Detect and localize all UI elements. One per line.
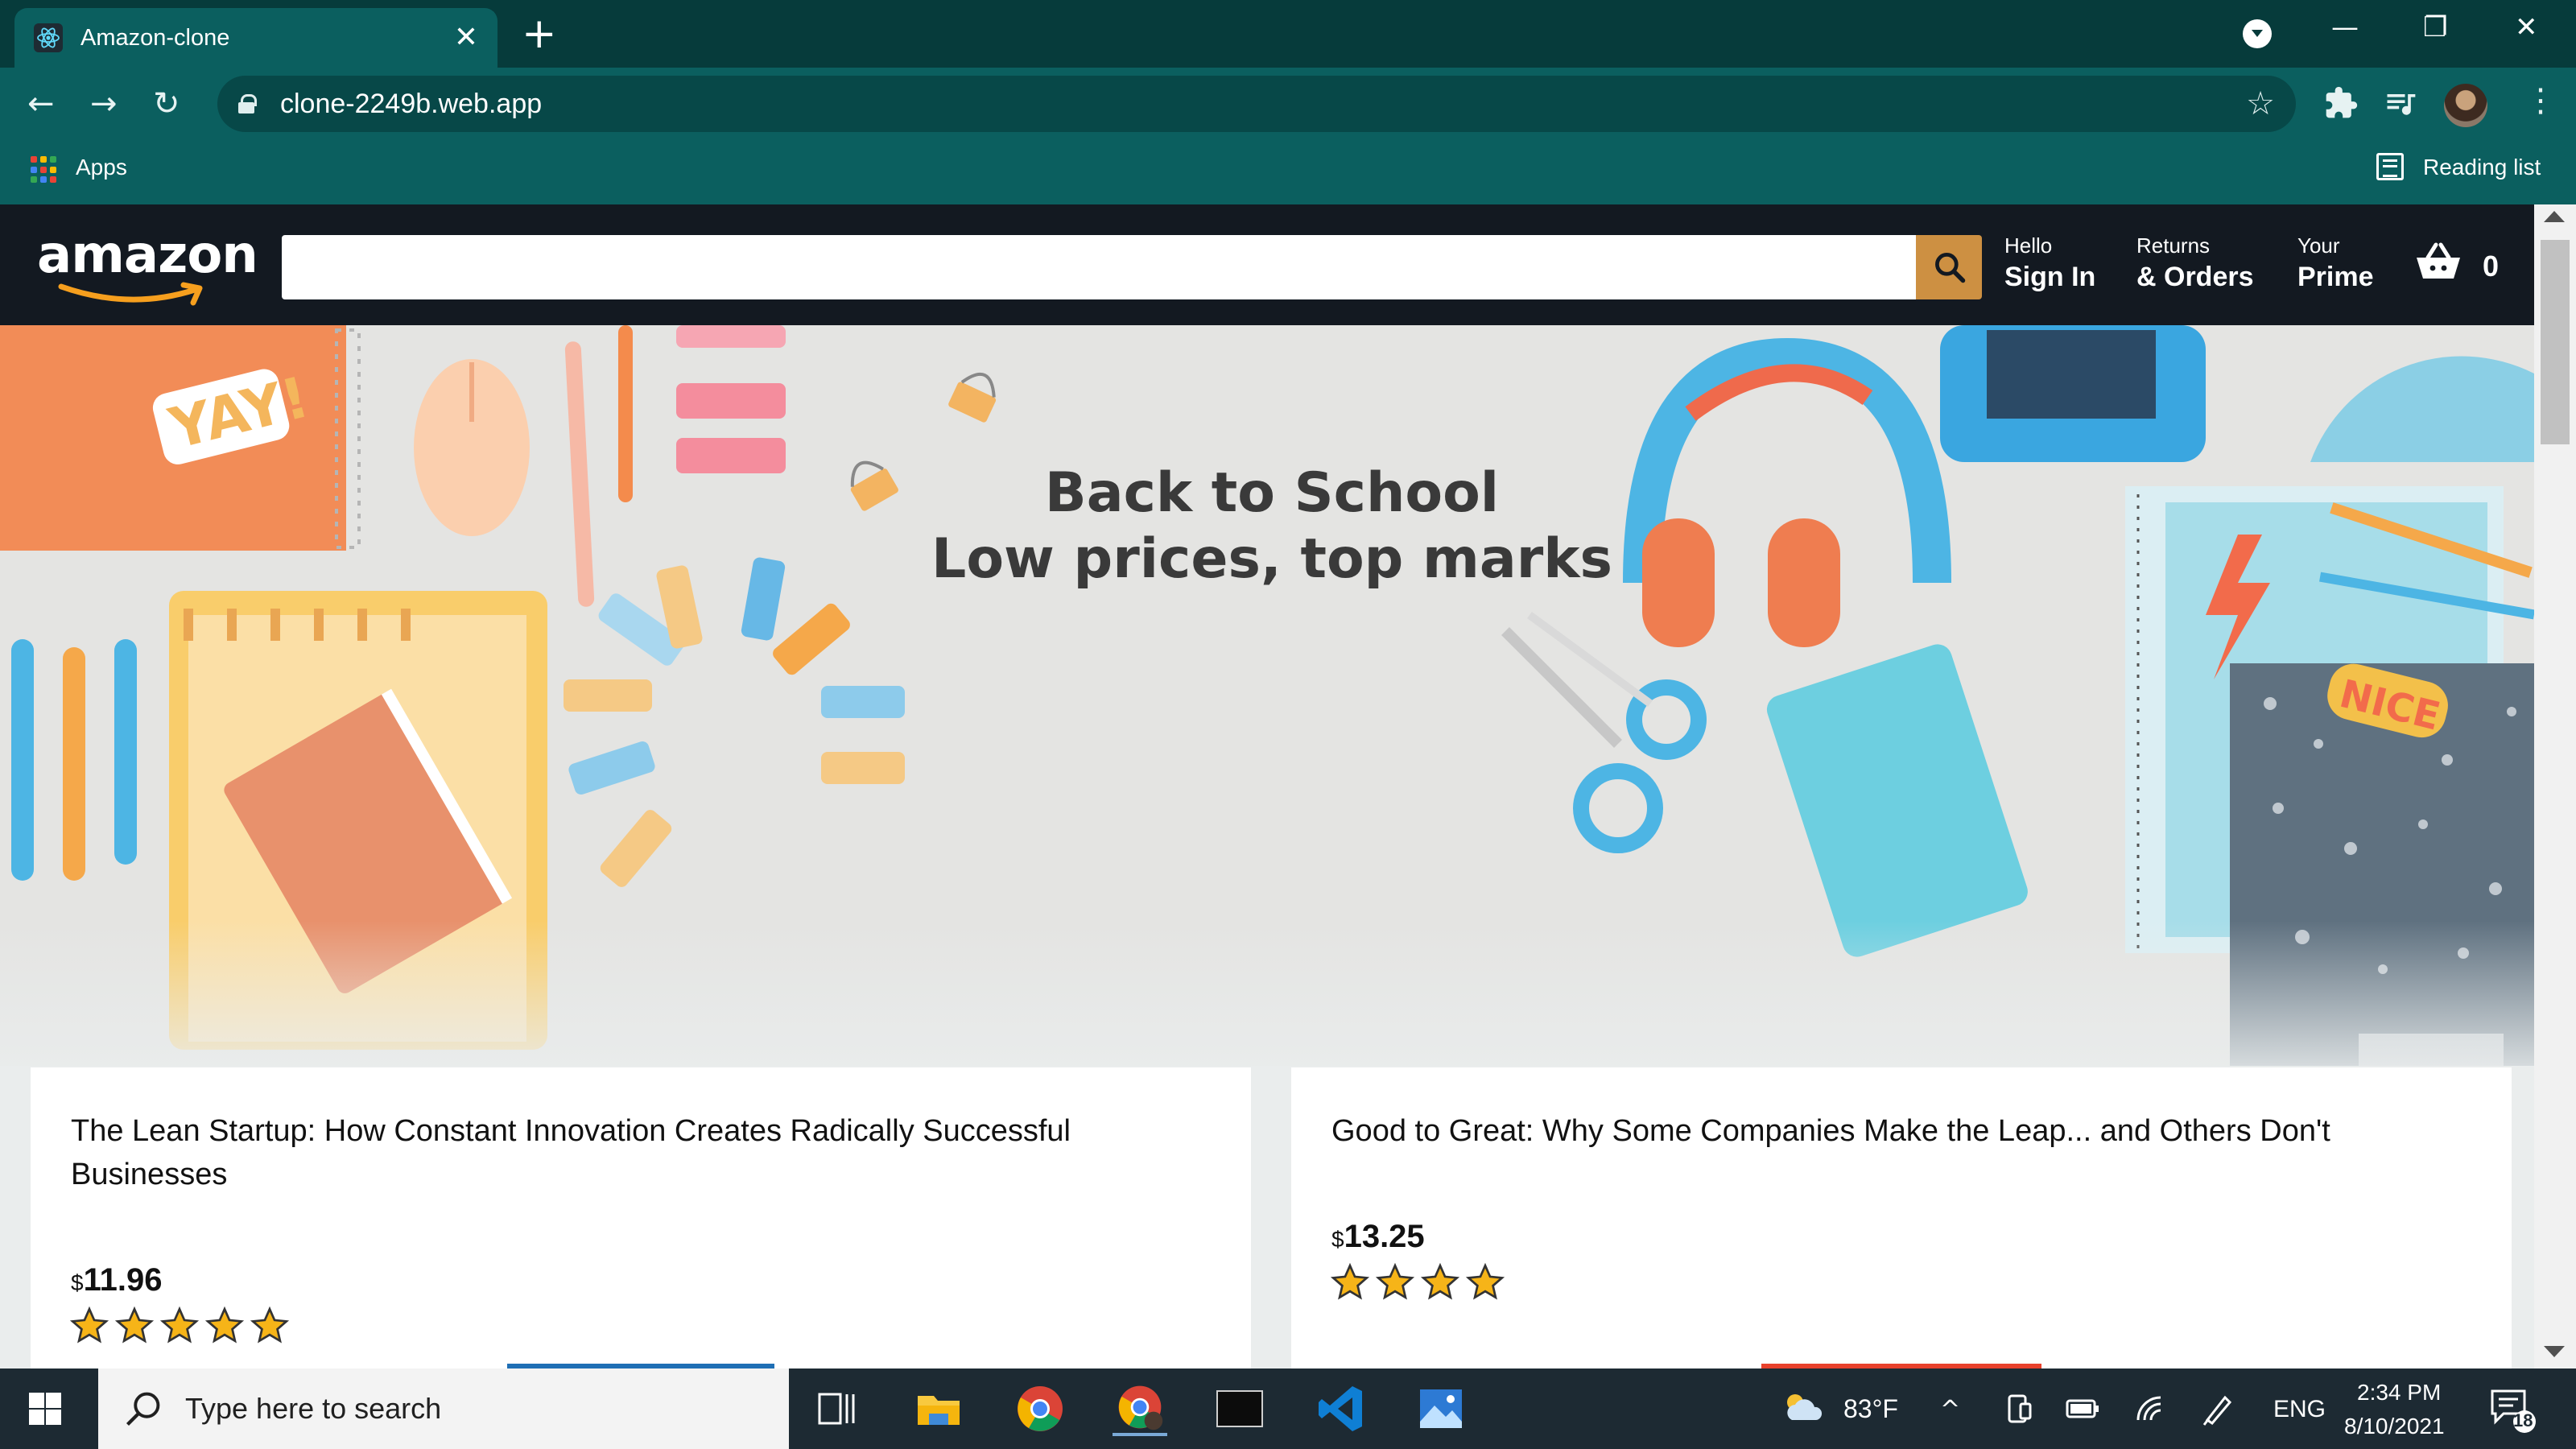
chevron-up-icon[interactable]: ^ <box>1940 1396 1960 1424</box>
hero-banner: YAY! NICE Back to School Low prices, top… <box>0 325 2534 1066</box>
phone-link-icon[interactable] <box>2003 1393 2035 1425</box>
orders-option[interactable]: Returns & Orders <box>2136 233 2254 293</box>
apps-grid-icon[interactable] <box>31 156 58 184</box>
terminal-icon[interactable] <box>1212 1381 1267 1436</box>
hero-line2: Low prices, top marks <box>931 527 1612 591</box>
prime-line2: Prime <box>2297 262 2374 292</box>
product-card: The Lean Startup: How Constant Innovatio… <box>31 1067 1251 1368</box>
product-card: Good to Great: Why Some Companies Make t… <box>1291 1067 2512 1368</box>
clock-date[interactable]: 8/10/2021 <box>2344 1414 2445 1439</box>
hero-headline: Back to School Low prices, top marks <box>886 460 1658 592</box>
language-indicator[interactable]: ENG <box>2273 1396 2326 1423</box>
weather-temperature[interactable]: 83°F <box>1843 1394 1898 1424</box>
sign-in-option[interactable]: Hello Sign In <box>2004 233 2095 293</box>
product-rating <box>1330 1262 1505 1302</box>
rating-star-icon <box>1375 1262 1415 1300</box>
web-page: amazon Hello Sign In Returns & Orders Yo… <box>0 204 2534 1368</box>
restore-button[interactable]: ❐ <box>2423 11 2447 43</box>
rating-star-icon <box>204 1306 245 1344</box>
new-tab-button[interactable]: + <box>522 10 557 58</box>
vscode-icon[interactable] <box>1314 1381 1368 1436</box>
price-currency: $ <box>1331 1227 1344 1252</box>
windows-taskbar: Type here to search 83°F ^ ENG 2:34 PM 8… <box>0 1368 2576 1449</box>
address-bar[interactable]: clone-2249b.web.app ☆ <box>217 76 2296 132</box>
window-close-button[interactable]: ✕ <box>2515 11 2538 43</box>
file-explorer-icon[interactable] <box>911 1381 966 1436</box>
amazon-header: amazon Hello Sign In Returns & Orders Yo… <box>0 204 2534 325</box>
rating-star-icon <box>1330 1262 1370 1300</box>
browser-menu-icon[interactable]: ⋮ <box>2524 82 2557 119</box>
rating-star-icon <box>114 1306 155 1344</box>
tab-title: Amazon-clone <box>80 24 230 51</box>
product-rating <box>69 1306 290 1346</box>
orders-line1: Returns <box>2136 233 2211 258</box>
windows-start-icon[interactable] <box>29 1393 61 1425</box>
bookmark-star-icon[interactable]: ☆ <box>2246 85 2275 122</box>
chrome-icon[interactable] <box>1013 1381 1067 1436</box>
scroll-down-arrow-icon[interactable] <box>2544 1346 2565 1357</box>
taskbar-search-box[interactable]: Type here to search <box>98 1368 789 1449</box>
pen-icon[interactable] <box>2201 1391 2236 1426</box>
reading-list-icon[interactable] <box>2376 153 2404 180</box>
bookmarks-bar: Apps Reading list <box>0 140 2576 204</box>
price-currency: $ <box>71 1270 84 1295</box>
lock-icon[interactable] <box>238 94 257 114</box>
apps-bookmark[interactable]: Apps <box>76 155 127 180</box>
battery-icon[interactable] <box>2066 1394 2099 1423</box>
profile-avatar[interactable] <box>2444 84 2487 127</box>
prime-line1: Your <box>2297 233 2340 258</box>
product-price: $13.25 <box>1331 1219 1425 1255</box>
search-icon <box>126 1392 160 1426</box>
rating-star-icon <box>1465 1262 1505 1300</box>
scroll-up-arrow-icon[interactable] <box>2544 211 2565 222</box>
photos-icon[interactable] <box>1414 1381 1468 1436</box>
amazon-logo[interactable]: amazon <box>37 225 258 314</box>
product-title: The Lean Startup: How Constant Innovatio… <box>71 1114 1071 1191</box>
rating-star-icon <box>250 1306 290 1344</box>
prime-option[interactable]: Your Prime <box>2297 233 2374 293</box>
browser-tab-active[interactable]: Amazon-clone ✕ <box>14 8 497 68</box>
react-icon <box>34 23 63 52</box>
browser-tab-strip: Amazon-clone ✕ + — ❐ ✕ <box>0 0 2576 68</box>
back-button[interactable]: ← <box>27 85 55 122</box>
smile-arrow-icon <box>58 282 203 306</box>
wifi-icon[interactable] <box>2133 1393 2165 1425</box>
notification-count: 18 <box>2513 1410 2533 1430</box>
chrome-profile-icon[interactable] <box>1113 1381 1167 1436</box>
search-button[interactable] <box>1916 235 1982 299</box>
taskbar-search-placeholder: Type here to search <box>185 1392 442 1425</box>
search-input[interactable] <box>282 235 1916 299</box>
scroll-thumb[interactable] <box>2541 240 2570 444</box>
basket-count: 0 <box>2483 250 2500 283</box>
forward-button[interactable]: → <box>90 85 118 122</box>
browser-toolbar: ← → ↻ clone-2249b.web.app ☆ ⋮ <box>0 68 2576 140</box>
price-value: 11.96 <box>83 1262 163 1298</box>
clock-time[interactable]: 2:34 PM <box>2357 1380 2441 1406</box>
url-text[interactable]: clone-2249b.web.app <box>280 89 2246 120</box>
sign-in-line2: Sign In <box>2004 262 2096 292</box>
product-title: Good to Great: Why Some Companies Make t… <box>1331 1114 2330 1148</box>
rating-star-icon <box>1420 1262 1460 1300</box>
puzzle-icon[interactable] <box>2323 85 2359 121</box>
sign-in-line1: Hello <box>2004 233 2053 258</box>
reload-button[interactable]: ↻ <box>153 85 180 122</box>
logo-text: amazon <box>37 225 258 285</box>
minimize-button[interactable]: — <box>2331 11 2359 43</box>
orders-line2: & Orders <box>2136 262 2254 292</box>
price-value: 13.25 <box>1344 1219 1425 1254</box>
page-scrollbar[interactable] <box>2534 204 2576 1368</box>
basket-icon[interactable] <box>2413 242 2463 282</box>
rating-star-icon <box>159 1306 200 1344</box>
search-icon <box>1935 253 1966 283</box>
tab-search-icon[interactable] <box>2243 19 2272 48</box>
hero-fade-overlay <box>0 921 2534 1066</box>
playlist-icon[interactable] <box>2383 85 2418 121</box>
tab-close-icon[interactable]: ✕ <box>454 23 478 52</box>
rating-star-icon <box>69 1306 109 1344</box>
hero-line1: Back to School <box>1044 461 1500 525</box>
reading-list-button[interactable]: Reading list <box>2423 155 2541 180</box>
product-price: $11.96 <box>71 1262 162 1298</box>
task-view-icon[interactable] <box>810 1381 865 1436</box>
weather-cloud-icon[interactable] <box>1781 1389 1826 1425</box>
